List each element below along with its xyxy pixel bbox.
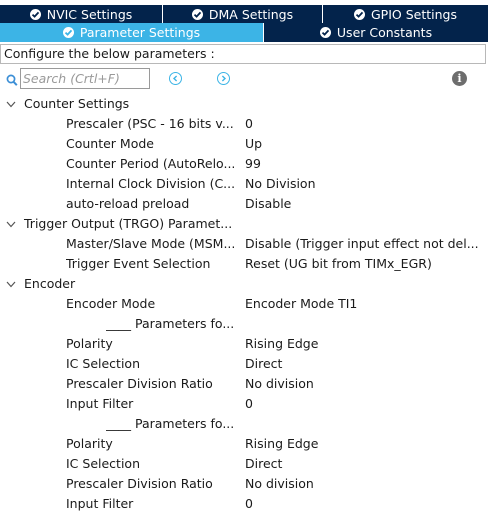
param-value[interactable]: 99	[245, 154, 485, 174]
param-name: Trigger Event Selection	[66, 256, 211, 271]
param-row[interactable]: IC Selection Direct	[0, 354, 488, 374]
param-name: Polarity	[66, 336, 113, 351]
param-row[interactable]: Encoder Mode Encoder Mode TI1	[0, 294, 488, 314]
tab-row-bottom: Parameter Settings User Constants	[0, 23, 488, 42]
param-row[interactable]: Prescaler Division Ratio No division	[0, 374, 488, 394]
param-value[interactable]: Rising Edge	[245, 334, 485, 354]
param-value[interactable]: Up	[245, 134, 485, 154]
param-name: Prescaler (PSC - 16 bits v...	[66, 116, 234, 131]
group-label: Counter Settings	[24, 96, 130, 111]
param-name: Prescaler Division Ratio	[66, 476, 213, 491]
param-value[interactable]: 0	[245, 494, 485, 514]
tab-label: User Constants	[336, 25, 433, 40]
param-name: Counter Period (AutoRelo...	[66, 156, 236, 171]
param-row[interactable]: auto-reload preload Disable	[0, 194, 488, 214]
param-row[interactable]: Counter Period (AutoRelo... 99	[0, 154, 488, 174]
param-name: IC Selection	[66, 356, 140, 371]
tab-dma-settings[interactable]: DMA Settings	[163, 5, 323, 23]
search-next-button[interactable]	[217, 72, 230, 85]
tab-user-constants[interactable]: User Constants	[264, 23, 488, 42]
tab-label: GPIO Settings	[371, 6, 457, 22]
param-name: IC Selection	[66, 456, 140, 471]
param-value[interactable]: Direct	[245, 454, 485, 474]
tab-gpio-settings[interactable]: GPIO Settings	[323, 5, 488, 23]
group-counter-settings[interactable]: Counter Settings	[0, 94, 488, 114]
param-name: Input Filter	[66, 496, 134, 511]
tab-parameter-settings[interactable]: Parameter Settings	[0, 23, 264, 42]
configure-header: Configure the below parameters :	[0, 44, 486, 64]
tab-row-top: NVIC Settings DMA Settings GPIO Settings	[0, 5, 488, 23]
param-row[interactable]: Master/Slave Mode (MSM... Disable (Trigg…	[0, 234, 488, 254]
param-row[interactable]: Prescaler (PSC - 16 bits v... 0	[0, 114, 488, 134]
chevron-down-icon[interactable]	[5, 274, 17, 294]
param-name: Master/Slave Mode (MSM...	[66, 236, 236, 251]
param-name: Input Filter	[66, 396, 134, 411]
param-name: auto-reload preload	[66, 196, 190, 211]
param-value[interactable]: 0	[245, 394, 485, 414]
group-trgo-parameters[interactable]: Trigger Output (TRGO) Paramet...	[0, 214, 488, 234]
param-value[interactable]: No Division	[245, 174, 485, 194]
param-row[interactable]: Counter Mode Up	[0, 134, 488, 154]
param-row[interactable]: IC Selection Direct	[0, 454, 488, 474]
param-name: Internal Clock Division (C...	[66, 176, 236, 191]
param-value[interactable]: Disable (Trigger input effect not del...	[245, 234, 485, 254]
param-value[interactable]: Reset (UG bit from TIMx_EGR)	[245, 254, 485, 274]
group-label: Trigger Output (TRGO) Paramet...	[24, 216, 233, 231]
param-name: Encoder Mode	[66, 296, 156, 311]
subgroup-header: ____ Parameters fo...	[0, 314, 488, 334]
chevron-down-icon[interactable]	[5, 214, 17, 234]
group-label: Encoder	[24, 276, 76, 291]
subgroup-header: ____ Parameters fo...	[0, 414, 488, 434]
chevron-right-icon	[221, 75, 227, 82]
check-circle-icon	[354, 8, 365, 20]
parameter-tree: Counter Settings Prescaler (PSC - 16 bit…	[0, 94, 488, 514]
info-icon[interactable]: i	[452, 71, 467, 86]
tab-label: Parameter Settings	[79, 25, 201, 40]
param-value[interactable]: Rising Edge	[245, 434, 485, 454]
subgroup-label: ____ Parameters fo...	[106, 416, 235, 431]
param-row[interactable]: Polarity Rising Edge	[0, 434, 488, 454]
param-value[interactable]: Disable	[245, 194, 485, 214]
param-row[interactable]: Internal Clock Division (C... No Divisio…	[0, 174, 488, 194]
search-toolbar: Search (Crtl+F) i	[0, 68, 488, 92]
param-row[interactable]: Input Filter 0	[0, 494, 488, 514]
param-row[interactable]: Prescaler Division Ratio No division	[0, 474, 488, 494]
param-name: Counter Mode	[66, 136, 154, 151]
param-value[interactable]: Encoder Mode TI1	[245, 294, 485, 314]
param-row[interactable]: Polarity Rising Edge	[0, 334, 488, 354]
check-circle-icon	[62, 27, 74, 38]
subgroup-label: ____ Parameters fo...	[106, 316, 235, 331]
search-previous-button[interactable]	[169, 72, 182, 85]
group-encoder[interactable]: Encoder	[0, 274, 488, 294]
param-value[interactable]: No division	[245, 374, 485, 394]
tab-nvic-settings[interactable]: NVIC Settings	[0, 5, 163, 23]
check-circle-icon	[191, 8, 203, 20]
chevron-down-icon[interactable]	[5, 94, 17, 114]
param-value[interactable]: Direct	[245, 354, 485, 374]
search-icon	[6, 74, 18, 90]
search-input[interactable]: Search (Crtl+F)	[20, 68, 150, 89]
tab-label: NVIC Settings	[46, 6, 133, 22]
check-circle-icon	[319, 27, 331, 38]
param-name: Polarity	[66, 436, 113, 451]
tab-label: DMA Settings	[208, 6, 294, 22]
param-name: Prescaler Division Ratio	[66, 376, 213, 391]
param-value[interactable]: No division	[245, 474, 485, 494]
param-row[interactable]: Input Filter 0	[0, 394, 488, 414]
check-circle-icon	[29, 8, 41, 20]
param-row[interactable]: Trigger Event Selection Reset (UG bit fr…	[0, 254, 488, 274]
param-value[interactable]: 0	[245, 114, 485, 134]
chevron-left-icon	[172, 75, 178, 82]
